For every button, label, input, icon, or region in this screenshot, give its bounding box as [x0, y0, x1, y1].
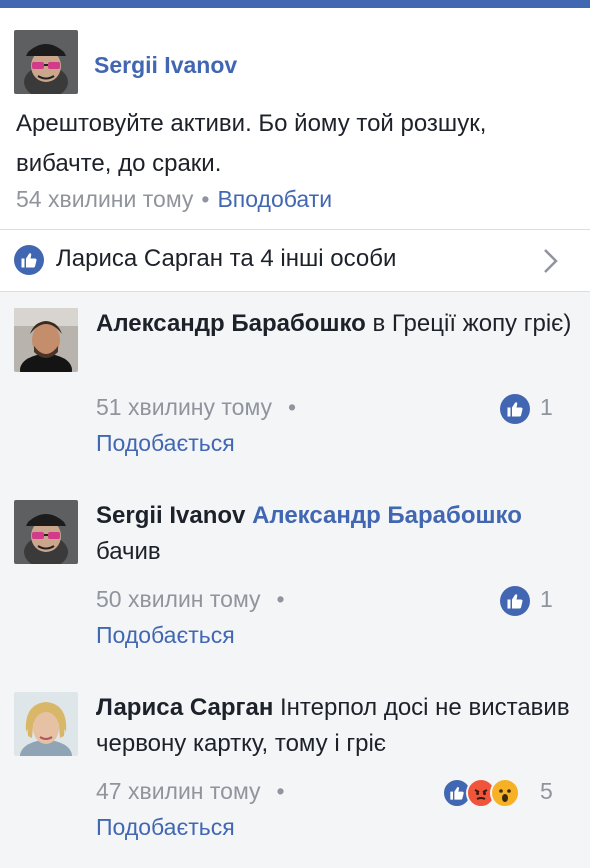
- comment-like-count[interactable]: 1: [540, 586, 553, 613]
- comment-like-count[interactable]: 5: [540, 778, 553, 805]
- comment-time: 47 хвилин тому: [96, 778, 261, 804]
- comment-text: бачив: [96, 538, 161, 565]
- comment-text: в Греції жопу гріє): [372, 310, 572, 337]
- reaction-icons[interactable]: [442, 778, 520, 808]
- avatar[interactable]: [14, 30, 78, 94]
- comment: Александр Барабошко в Греції жопу гріє) …: [0, 308, 590, 468]
- comment-like-button[interactable]: Подобається: [96, 430, 235, 457]
- comment-like-button[interactable]: Подобається: [96, 622, 235, 649]
- comment-meta: 50 хвилин тому •: [96, 586, 285, 613]
- comment-body: Александр Барабошко в Греції жопу гріє): [96, 306, 576, 342]
- comment-like-button[interactable]: Подобається: [96, 814, 235, 841]
- comment-time: 51 хвилину тому: [96, 394, 273, 420]
- post-like-button[interactable]: Вподобати: [217, 186, 332, 212]
- post-time: 54 хвилини тому: [16, 186, 194, 212]
- avatar[interactable]: [14, 308, 78, 372]
- top-bar: [0, 0, 590, 8]
- like-icon: [14, 245, 44, 275]
- separator: •: [288, 394, 297, 420]
- comment-body: Лариса Сарган Інтерпол досі не виставив …: [96, 690, 576, 762]
- like-icon: [500, 394, 530, 424]
- comment-meta: 51 хвилину тому •: [96, 394, 296, 421]
- comment-body: Sergii Ivanov Александр Барабошко бачив: [96, 498, 576, 570]
- post: Sergii Ivanov Арештовуйте активи. Бо йом…: [0, 8, 590, 230]
- comment-author[interactable]: Лариса Сарган: [96, 694, 273, 721]
- avatar[interactable]: [14, 500, 78, 564]
- chevron-right-icon[interactable]: [540, 246, 560, 281]
- separator: •: [201, 186, 210, 212]
- comment: Sergii Ivanov Александр Барабошко бачив …: [0, 500, 590, 660]
- reactions-summary-text: Лариса Сарган та 4 інші особи: [56, 245, 397, 272]
- comment-time: 50 хвилин тому: [96, 586, 261, 612]
- comment-mention[interactable]: Александр Барабошко: [252, 502, 522, 529]
- reactions-summary-row[interactable]: Лариса Сарган та 4 інші особи: [0, 230, 590, 292]
- comment: Лариса Сарган Інтерпол досі не виставив …: [0, 692, 590, 852]
- post-author[interactable]: Sergii Ivanov: [94, 52, 237, 79]
- like-icon: [500, 586, 530, 616]
- separator: •: [276, 778, 285, 804]
- post-text: Арештовуйте активи. Бо йому той розшук, …: [16, 110, 487, 177]
- comment-meta: 47 хвилин тому •: [96, 778, 285, 805]
- comment-like-count[interactable]: 1: [540, 394, 553, 421]
- comment-author[interactable]: Sergii Ivanov: [96, 502, 245, 529]
- post-meta: 54 хвилини тому • Вподобати: [16, 186, 332, 213]
- wow-icon: [490, 778, 520, 808]
- avatar[interactable]: [14, 692, 78, 756]
- comment-author[interactable]: Александр Барабошко: [96, 310, 366, 337]
- separator: •: [276, 586, 285, 612]
